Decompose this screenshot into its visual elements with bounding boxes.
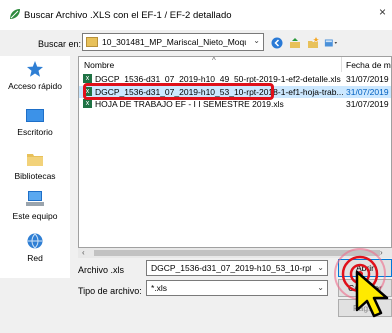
file-date: 31/07/2019 10: [346,74,391,84]
scroll-left-icon[interactable]: ‹ [82,248,85,257]
file-date: 31/07/2019 10: [346,99,391,109]
file-name: HOJA DE TRABAJO EF - I I SEMESTRE 2019.x… [95,99,284,109]
filetype-value: *.xls [151,283,168,293]
lookin-value: 10_301481_MP_Mariscal_Nieto_Moquegua_ [102,37,246,47]
title-bar: Buscar Archivo .XLS con el EF-1 / EF-2 d… [0,0,392,30]
sidebar-item-label: Bibliotecas [14,171,56,181]
sidebar-item-label: Acceso rápido [8,81,62,91]
filename-input[interactable]: DGCP_1536-d31_07_2019-h10_53_10-rpt-20 ⌄ [146,260,328,276]
chevron-down-icon[interactable]: ⌄ [317,263,324,272]
lookin-dropdown[interactable]: 10_301481_MP_Mariscal_Nieto_Moquegua_ ⌄ [82,33,264,51]
places-sidebar: Acceso rápido Escritorio Bibliotecas Est… [0,56,70,278]
sidebar-item-this-pc[interactable]: Este equipo [0,190,70,221]
desktop-icon [26,109,44,122]
excel-file-icon: x [83,99,92,108]
sidebar-item-quick-access[interactable]: Acceso rápido [0,60,70,91]
library-icon [27,154,43,166]
back-icon[interactable] [270,36,284,50]
sidebar-item-libraries[interactable]: Bibliotecas [0,150,70,181]
filename-value: DGCP_1536-d31_07_2019-h10_53_10-rpt-20 [151,263,311,273]
sidebar-item-label: Escritorio [17,127,53,137]
lookin-label: Buscar en: [38,39,82,49]
folder-icon [86,37,98,47]
sort-up-icon: ^ [212,56,216,65]
app-leaf-icon [10,9,20,19]
new-folder-icon[interactable] [306,36,320,50]
network-globe-icon [27,233,43,249]
chevron-down-icon[interactable]: ⌄ [317,283,324,292]
sidebar-item-label: Red [27,253,43,263]
filename-label: Archivo .xls [78,265,125,275]
star-icon [27,61,43,77]
cursor-arrow-icon [355,270,389,318]
close-icon[interactable]: × [379,5,386,19]
excel-file-icon: x [83,74,92,83]
view-menu-icon[interactable] [324,36,338,50]
chevron-down-icon[interactable]: ⌄ [253,36,260,45]
up-folder-icon[interactable] [288,36,302,50]
nav-toolbar [270,35,338,51]
filetype-label: Tipo de archivo: [78,286,142,296]
computer-icon [26,191,44,206]
filetype-dropdown[interactable]: *.xls ⌄ [146,280,328,296]
sidebar-item-label: Este equipo [12,211,58,221]
file-date: 31/07/2019 10: [346,87,391,97]
sidebar-item-network[interactable]: Red [0,232,70,263]
window-title: Buscar Archivo .XLS con el EF-1 / EF-2 d… [24,10,232,21]
sidebar-item-desktop[interactable]: Escritorio [0,108,70,137]
column-divider[interactable] [341,57,342,72]
highlight-box [83,83,274,100]
